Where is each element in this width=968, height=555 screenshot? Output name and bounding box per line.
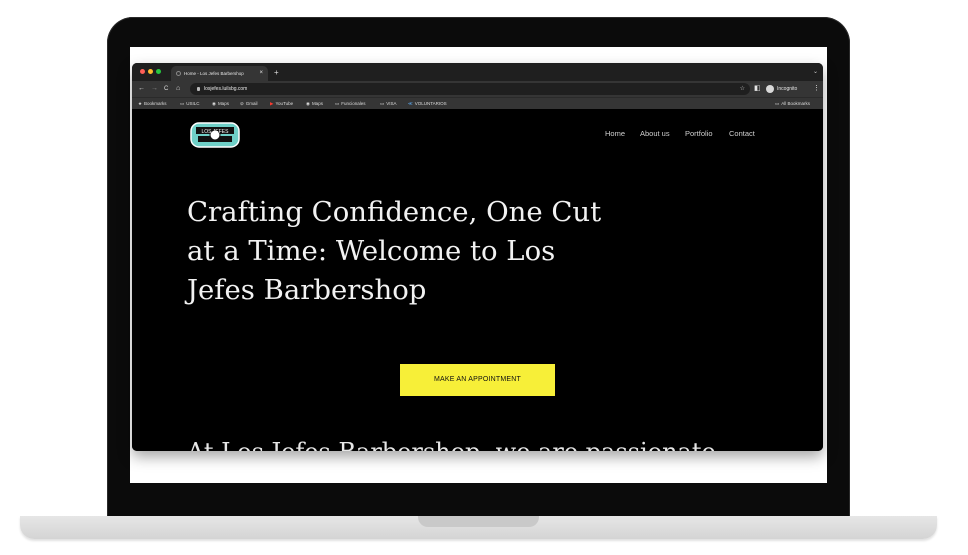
tab-title: Home - Los Jefes Barbershop bbox=[184, 71, 244, 76]
nav-contact[interactable]: Contact bbox=[729, 129, 755, 138]
all-bookmarks-button[interactable]: ▭ All Bookmarks bbox=[775, 98, 810, 109]
bookmark-item[interactable]: ▭ VISA bbox=[380, 98, 397, 109]
logo-text: LOS JEFES bbox=[202, 129, 230, 135]
close-window-button[interactable] bbox=[140, 69, 145, 74]
bookmark-item[interactable]: ◉ Maps bbox=[306, 98, 323, 109]
bookmark-item[interactable]: ▭ Funcionales bbox=[335, 98, 366, 109]
tab-search-icon[interactable]: ⌄ bbox=[813, 66, 818, 79]
los-jefes-logo[interactable]: LOS JEFES bbox=[190, 122, 240, 148]
voluntarios-icon: ≪ bbox=[408, 101, 413, 106]
bookmark-item[interactable]: ≪ VOLUNTARIOS bbox=[408, 98, 447, 109]
browser-toolbar: ← → C ⌂ losjefes.luilsbg.com ☆ ◧ Incogni… bbox=[132, 81, 823, 97]
maps-icon: ◉ bbox=[306, 101, 310, 106]
nav-home[interactable]: Home bbox=[605, 129, 625, 138]
star-icon: ★ bbox=[138, 101, 143, 106]
folder-icon: ▭ bbox=[180, 101, 185, 106]
url-text: losjefes.luilsbg.com bbox=[204, 86, 248, 92]
bookmark-item[interactable]: ▶ YouTube bbox=[270, 98, 293, 109]
minimize-window-button[interactable] bbox=[148, 69, 153, 74]
browser-window: Home - Los Jefes Barbershop × + ⌄ ← → C … bbox=[132, 63, 823, 451]
nav-portfolio[interactable]: Portfolio bbox=[685, 129, 713, 138]
bookmarks-bar: ★ Bookmarks ▭ USILC ◉ Maps ⊘ Gmail ▶ YouTube … bbox=[132, 97, 823, 109]
globe-icon bbox=[176, 71, 181, 76]
folder-icon: ▭ bbox=[775, 101, 780, 106]
new-tab-button[interactable]: + bbox=[274, 66, 279, 79]
profile-button[interactable]: Incognito bbox=[766, 81, 797, 97]
youtube-icon: ▶ bbox=[270, 101, 274, 106]
intro-text: At Los Jefes Barbershop, we are passiona… bbox=[187, 437, 716, 451]
side-panel-icon[interactable]: ◧ bbox=[754, 81, 761, 97]
make-appointment-button[interactable]: MAKE AN APPOINTMENT bbox=[400, 364, 555, 396]
bookmark-item[interactable]: ⊘ Gmail bbox=[240, 98, 258, 109]
bookmark-item[interactable]: ◉ Maps bbox=[212, 98, 229, 109]
forward-icon[interactable]: → bbox=[151, 81, 158, 97]
reload-icon[interactable]: C bbox=[164, 81, 168, 97]
laptop-notch bbox=[418, 516, 539, 527]
home-icon[interactable]: ⌂ bbox=[176, 81, 180, 97]
folder-icon: ▭ bbox=[380, 101, 385, 106]
back-icon[interactable]: ← bbox=[138, 81, 145, 97]
nav-about-us[interactable]: About us bbox=[640, 129, 670, 138]
folder-icon: ▭ bbox=[335, 101, 340, 106]
close-tab-icon[interactable]: × bbox=[259, 66, 263, 81]
incognito-icon bbox=[766, 84, 774, 93]
maps-icon: ◉ bbox=[212, 101, 216, 106]
tab-home[interactable]: Home - Los Jefes Barbershop × bbox=[171, 66, 268, 81]
browser-menu-icon[interactable]: ⋮ bbox=[813, 81, 820, 97]
maximize-window-button[interactable] bbox=[156, 69, 161, 74]
bookmark-star-icon[interactable]: ☆ bbox=[740, 83, 745, 95]
tab-bar: Home - Los Jefes Barbershop × + ⌄ bbox=[132, 63, 823, 81]
bookmark-item[interactable]: ▭ USILC bbox=[180, 98, 200, 109]
lock-icon bbox=[197, 87, 200, 91]
profile-label: Incognito bbox=[777, 86, 798, 92]
bookmark-item[interactable]: ★ Bookmarks bbox=[138, 98, 167, 109]
hero-headline: Crafting Confidence, One Cut at a Time: … bbox=[187, 196, 602, 306]
address-bar[interactable]: losjefes.luilsbg.com ☆ bbox=[190, 83, 750, 95]
website-viewport: LOS JEFES Home About us Portfolio Contac… bbox=[132, 109, 823, 451]
gmail-icon: ⊘ bbox=[240, 101, 244, 106]
